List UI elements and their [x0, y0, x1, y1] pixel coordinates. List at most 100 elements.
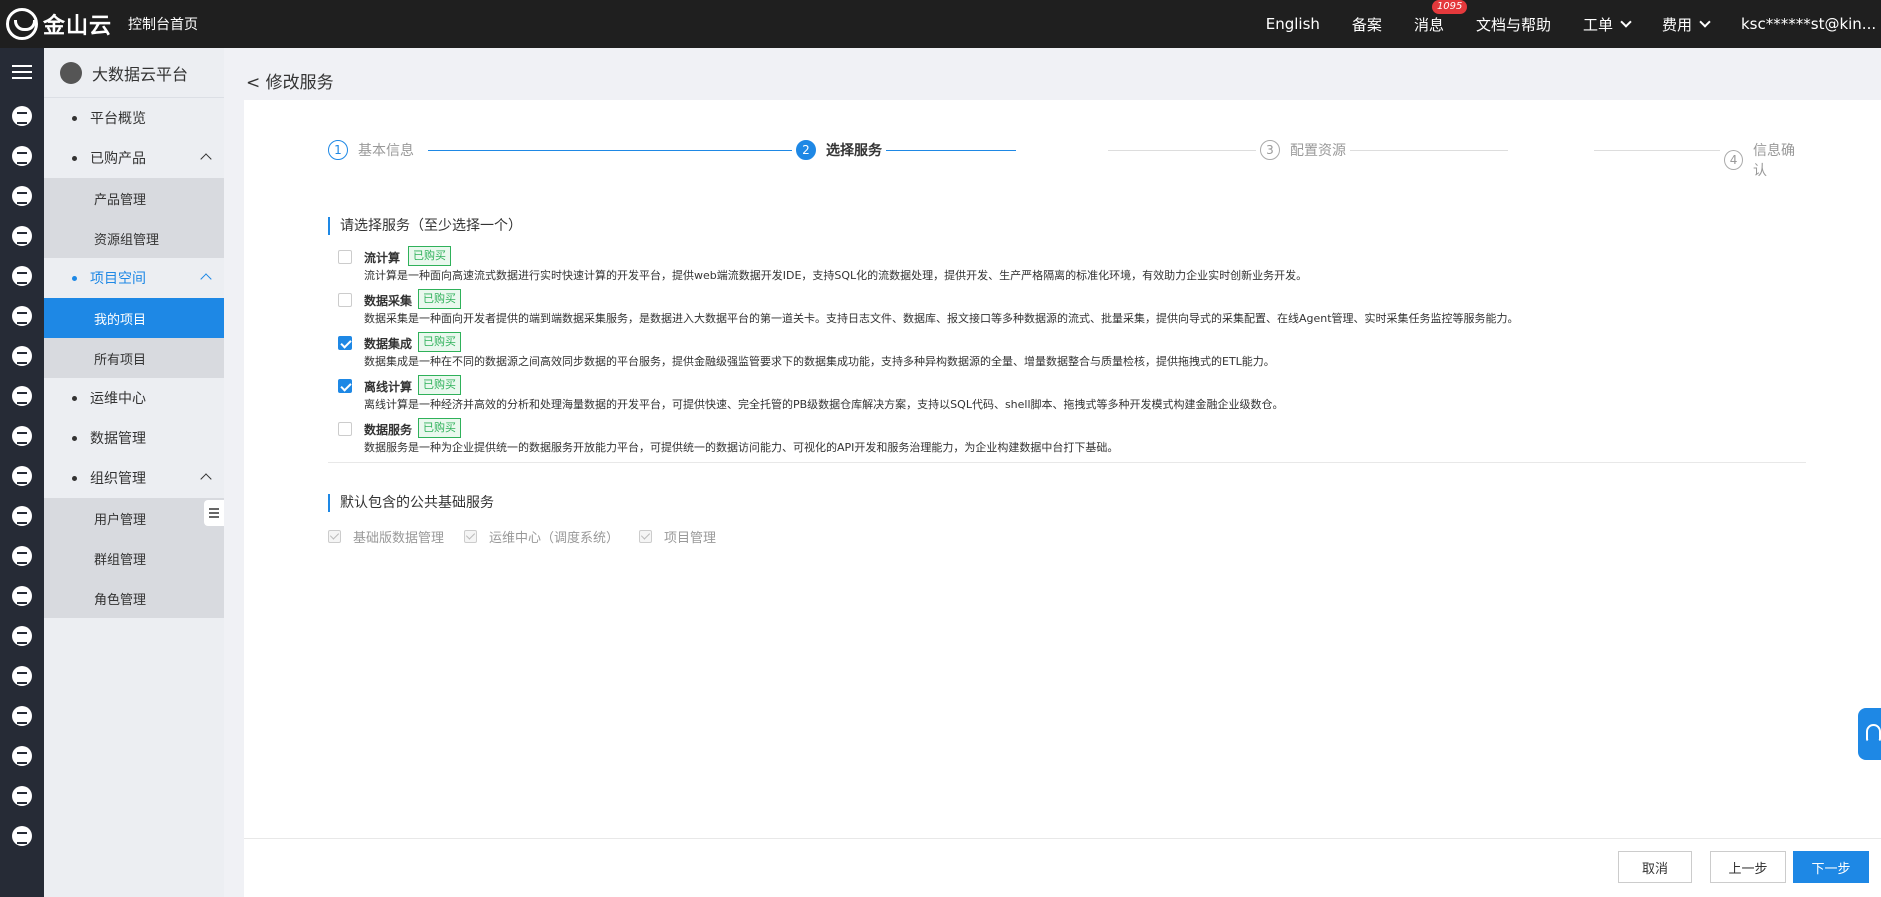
- brand-name: 金山云: [43, 14, 113, 39]
- sidebar-subitem-all-projects[interactable]: 所有项目: [44, 338, 224, 378]
- service-description: 数据采集是一种面向开发者提供的端到端数据采集服务，是数据进入大数据平台的第一道关…: [364, 312, 1519, 325]
- sidebar-subitem-product-management[interactable]: 产品管理: [44, 178, 224, 218]
- chevron-up-icon: [200, 273, 212, 285]
- sidebar-header: 大数据云平台: [44, 48, 224, 98]
- step-select-service: 2 选择服务: [792, 140, 886, 160]
- rail-product-9[interactable]: [0, 416, 44, 456]
- rail-product-3[interactable]: [0, 176, 44, 216]
- user-account-menu[interactable]: ksc******st@kin...: [1741, 15, 1881, 33]
- sidebar-item-label: 运维中心: [90, 391, 146, 407]
- sidebar-subitem-resource-group[interactable]: 资源组管理: [44, 218, 224, 258]
- footer-actions: 取消 上一步 下一步: [244, 838, 1881, 897]
- chevron-up-icon: [200, 473, 212, 485]
- step-confirm: 4 信息确认: [1720, 140, 1806, 180]
- service-name: 离线计算: [364, 380, 413, 394]
- sidebar-item-label: 平台概览: [90, 111, 146, 127]
- rail-product-19[interactable]: [0, 816, 44, 856]
- sidebar-collapse-icon[interactable]: [204, 500, 224, 526]
- rail-product-1[interactable]: [0, 96, 44, 136]
- service-checkbox[interactable]: [338, 422, 352, 436]
- page-title-back-link[interactable]: < 修改服务: [246, 68, 334, 93]
- service-section-title: 请选择服务（至少选择一个）: [328, 217, 522, 235]
- messages-count-badge: 1095: [1431, 0, 1468, 14]
- disabled-checkbox: [328, 530, 341, 543]
- next-step-button[interactable]: 下一步: [1793, 851, 1869, 883]
- rail-product-8[interactable]: [0, 376, 44, 416]
- service-description: 流计算是一种面向高速流式数据进行实时快速计算的开发平台，提供web端流数据开发I…: [364, 269, 1308, 282]
- sidebar-item-purchased[interactable]: 已购产品: [44, 138, 224, 178]
- rail-product-2[interactable]: [0, 136, 44, 176]
- sidebar-subitem-roles[interactable]: 角色管理: [44, 578, 224, 618]
- bullet-icon: [72, 475, 77, 481]
- rail-product-14[interactable]: [0, 616, 44, 656]
- product-icon: [12, 786, 32, 806]
- service-checkbox[interactable]: [338, 379, 352, 393]
- sidebar-item-data-management[interactable]: 数据管理: [44, 418, 224, 458]
- product-icon: [12, 626, 32, 646]
- step-number: 2: [796, 140, 816, 160]
- floating-support-icon[interactable]: [1858, 708, 1881, 760]
- docs-help-link[interactable]: 文档与帮助: [1476, 14, 1551, 35]
- prev-step-button[interactable]: 上一步: [1710, 851, 1786, 883]
- top-bar: 金山云 控制台首页 English 备案 消息 1095 文档与帮助 工单 费用…: [0, 0, 1881, 48]
- beian-link[interactable]: 备案: [1352, 14, 1382, 35]
- bullet-icon: [72, 395, 77, 401]
- purchased-badge: 已购买: [418, 418, 461, 438]
- rail-product-13[interactable]: [0, 576, 44, 616]
- sidebar-item-org-management[interactable]: 组织管理: [44, 458, 224, 498]
- step-label: 信息确认: [1753, 143, 1796, 179]
- step-number: 1: [328, 140, 348, 160]
- bullet-icon: [72, 155, 77, 161]
- rail-product-18[interactable]: [0, 776, 44, 816]
- rail-product-11[interactable]: [0, 496, 44, 536]
- cancel-button[interactable]: 取消: [1618, 851, 1692, 883]
- wizard-steps: 1 基本信息 2 选择服务 3 配置资源 4 信息确认: [328, 140, 1806, 180]
- billing-label: 费用: [1661, 15, 1692, 34]
- brand-logo[interactable]: 金山云: [0, 8, 118, 40]
- product-icon: [12, 826, 32, 846]
- console-home-link[interactable]: 控制台首页: [128, 14, 198, 34]
- service-checkbox[interactable]: [338, 293, 352, 307]
- rail-product-4[interactable]: [0, 216, 44, 256]
- messages-link[interactable]: 消息 1095: [1413, 0, 1468, 35]
- rail-product-10[interactable]: [0, 456, 44, 496]
- service-name: 数据采集: [364, 294, 413, 308]
- product-icon: [12, 186, 32, 206]
- tickets-menu[interactable]: 工单: [1583, 14, 1632, 35]
- product-icon: [12, 146, 32, 166]
- sidebar-item-label: 项目空间: [90, 271, 146, 287]
- bullet-icon: [72, 275, 77, 281]
- rail-product-12[interactable]: [0, 536, 44, 576]
- billing-menu[interactable]: 费用: [1661, 14, 1711, 35]
- rail-product-5[interactable]: [0, 256, 44, 296]
- service-name: 流计算: [364, 251, 401, 265]
- messages-label: 消息: [1413, 15, 1444, 34]
- service-checkbox[interactable]: [338, 250, 352, 264]
- default-service-label: 项目管理: [664, 531, 717, 546]
- sidebar-subitem-users[interactable]: 用户管理: [44, 498, 224, 538]
- rail-product-15[interactable]: [0, 656, 44, 696]
- sidebar-item-project-space[interactable]: 项目空间: [44, 258, 224, 298]
- hamburger-menu-icon[interactable]: [0, 48, 44, 96]
- rail-product-17[interactable]: [0, 736, 44, 776]
- sidebar-item-ops-center[interactable]: 运维中心: [44, 378, 224, 418]
- product-icon: [12, 226, 32, 246]
- product-icon: [12, 306, 32, 326]
- service-item-stream-compute: 流计算 已购买 流计算是一种面向高速流式数据进行实时快速计算的开发平台，提供we…: [338, 246, 1808, 289]
- rail-product-16[interactable]: [0, 696, 44, 736]
- rail-product-6[interactable]: [0, 296, 44, 336]
- section-divider: [328, 462, 1806, 463]
- service-item-data-integration: 数据集成 已购买 数据集成是一种在不同的数据源之间高效同步数据的平台服务，提供金…: [338, 332, 1808, 375]
- disabled-checkbox: [464, 530, 478, 543]
- default-service-item: 项目管理: [639, 527, 716, 546]
- sidebar-item-overview[interactable]: 平台概览: [44, 98, 224, 138]
- sidebar-subitem-my-projects[interactable]: 我的项目: [44, 298, 224, 338]
- english-link[interactable]: English: [1266, 15, 1320, 33]
- bullet-icon: [72, 435, 77, 441]
- rail-product-7[interactable]: [0, 336, 44, 376]
- default-service-item: 运维中心（调度系统）: [464, 527, 619, 546]
- service-item-offline-compute: 离线计算 已购买 离线计算是一种经济并高效的分析和处理海量数据的开发平台，可提供…: [338, 375, 1808, 418]
- step-label: 配置资源: [1290, 143, 1346, 159]
- sidebar-subitem-groups[interactable]: 群组管理: [44, 538, 224, 578]
- service-checkbox[interactable]: [338, 336, 352, 350]
